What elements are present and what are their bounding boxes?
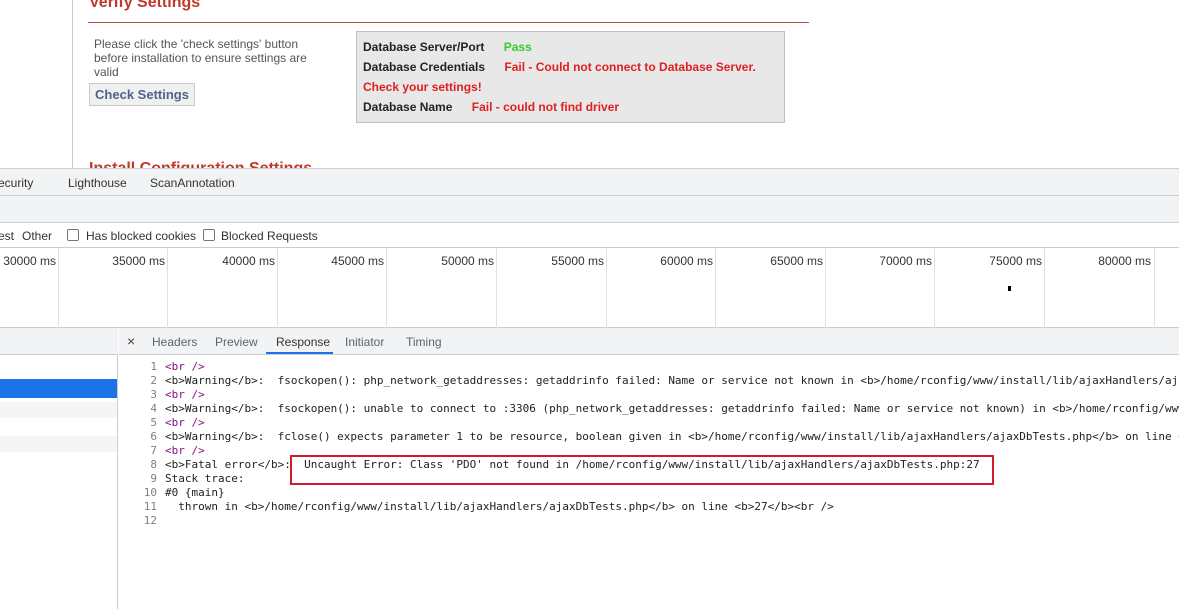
tab-initiator[interactable]: Initiator (345, 335, 384, 349)
has-blocked-cookies-label: Has blocked cookies (86, 229, 197, 243)
line-text: Stack trace: (165, 472, 245, 485)
line-text: <b>Warning</b>: fsockopen(): unable to c… (165, 402, 1179, 415)
tab-security[interactable]: ecurity (0, 176, 33, 190)
close-icon[interactable]: × (127, 333, 135, 349)
database-name-row: Database Name Fail - could not find driv… (363, 100, 619, 114)
line-text: <b>Warning</b>: fclose() expects paramet… (165, 430, 1179, 443)
has-blocked-cookies-checkbox[interactable] (67, 229, 79, 241)
credentials-status: Fail - Could not connect to Database Ser… (504, 60, 756, 74)
line-text: #0 {main} (165, 486, 225, 499)
response-code-view[interactable]: 1 <br /> 2 <b>Warning</b>: fsockopen(): ph… (119, 355, 1179, 609)
request-row[interactable] (0, 402, 117, 418)
request-row[interactable] (0, 436, 117, 452)
blocked-requests-label: Blocked Requests (221, 229, 318, 243)
request-row[interactable] (0, 362, 117, 378)
verify-settings-heading: Verify Settings (89, 0, 201, 11)
filter-type-other[interactable]: Other (22, 229, 52, 243)
filter-type-request[interactable]: est (0, 229, 14, 243)
credentials-label: Database Credentials (363, 60, 486, 74)
line-text: <br /> (165, 388, 205, 401)
timeline-gridline (167, 248, 168, 328)
timeline-gridline (1044, 248, 1045, 328)
credentials-row: Database Credentials Fail - Could not co… (363, 60, 756, 74)
line-number: 1 (150, 360, 157, 373)
timeline-gridline (606, 248, 607, 328)
timeline-gridline (496, 248, 497, 328)
timeline-gridline (934, 248, 935, 328)
fatal-error-highlight-box (290, 455, 994, 485)
timeline-tick-label: 65000 ms (770, 254, 823, 268)
tab-scanannotation[interactable]: ScanAnnotation (150, 176, 235, 190)
network-lower-pane: × Headers Preview Response Initiator Tim… (0, 328, 1179, 609)
timeline-tick-label: 30000 ms (3, 254, 56, 268)
page-border-line (72, 0, 73, 168)
timeline-tick-label: 35000 ms (112, 254, 165, 268)
active-tab-indicator (266, 352, 333, 354)
request-row[interactable] (0, 419, 117, 435)
line-number: 4 (150, 402, 157, 415)
devtools-panel: ecurity Lighthouse ScanAnnotation est Ot… (0, 168, 1179, 609)
timeline-tick-label: 60000 ms (660, 254, 713, 268)
check-settings-button[interactable]: Check Settings (89, 83, 195, 106)
instructions-text: Please click the 'check settings' button… (94, 37, 307, 79)
timeline-tick-label: 75000 ms (989, 254, 1042, 268)
blocked-requests-checkbox[interactable] (203, 229, 215, 241)
database-name-status: Fail - could not find driver (471, 100, 620, 114)
network-toolbar (0, 196, 1179, 223)
server-port-label: Database Server/Port (363, 40, 485, 54)
timeline-gridline (277, 248, 278, 328)
timeline-gridline (58, 248, 59, 328)
tab-headers[interactable]: Headers (152, 335, 197, 349)
timeline-gridline (1154, 248, 1155, 328)
network-timeline-overview[interactable]: 30000 ms 35000 ms 40000 ms 45000 ms 5000… (0, 248, 1179, 328)
line-number: 12 (143, 514, 157, 527)
devtools-main-tabs: ecurity Lighthouse ScanAnnotation (0, 169, 1179, 196)
install-config-heading: Install Configuration Settings (89, 160, 312, 168)
line-number: 2 (150, 374, 157, 387)
line-number: 11 (143, 500, 157, 513)
request-list (0, 328, 118, 609)
settings-results-panel: Database Server/Port Pass Database Crede… (356, 31, 785, 123)
request-row[interactable] (0, 453, 117, 469)
tab-lighthouse[interactable]: Lighthouse (68, 176, 127, 190)
timeline-tick-label: 50000 ms (441, 254, 494, 268)
tab-preview[interactable]: Preview (215, 335, 258, 349)
line-number: 5 (150, 416, 157, 429)
request-list-header (0, 328, 118, 355)
timeline-request-marker (1008, 286, 1011, 291)
web-page-content: Verify Settings Please click the 'check … (0, 0, 1179, 168)
timeline-tick-label: 80000 ms (1098, 254, 1151, 268)
line-number: 9 (150, 472, 157, 485)
server-port-row: Database Server/Port Pass (363, 40, 532, 54)
tab-response[interactable]: Response (276, 335, 330, 349)
request-detail-pane: × Headers Preview Response Initiator Tim… (119, 328, 1179, 609)
line-text: <b>Warning</b>: fsockopen(): php_network… (165, 374, 1179, 387)
timeline-tick-label: 45000 ms (331, 254, 384, 268)
heading-divider (88, 22, 809, 23)
timeline-gridline (825, 248, 826, 328)
database-name-label: Database Name (363, 100, 453, 114)
timeline-tick-label: 55000 ms (551, 254, 604, 268)
line-text: <br /> (165, 444, 205, 457)
request-row-selected[interactable] (0, 379, 117, 398)
server-port-status: Pass (503, 40, 532, 54)
timeline-tick-label: 40000 ms (222, 254, 275, 268)
timeline-tick-label: 70000 ms (879, 254, 932, 268)
line-number: 7 (150, 444, 157, 457)
tab-timing[interactable]: Timing (406, 335, 442, 349)
timeline-gridline (715, 248, 716, 328)
line-text: thrown in <b>/home/rconfig/www/install/l… (165, 500, 834, 513)
request-detail-tabs: × Headers Preview Response Initiator Tim… (119, 328, 1179, 355)
line-text: <br /> (165, 360, 205, 373)
line-number: 8 (150, 458, 157, 471)
line-number: 3 (150, 388, 157, 401)
timeline-gridline (386, 248, 387, 328)
network-filter-bar: est Other Has blocked cookies Blocked Re… (0, 223, 1179, 248)
check-settings-message: Check your settings! (363, 80, 482, 94)
line-text: <br /> (165, 416, 205, 429)
line-number: 6 (150, 430, 157, 443)
line-number: 10 (143, 486, 157, 499)
